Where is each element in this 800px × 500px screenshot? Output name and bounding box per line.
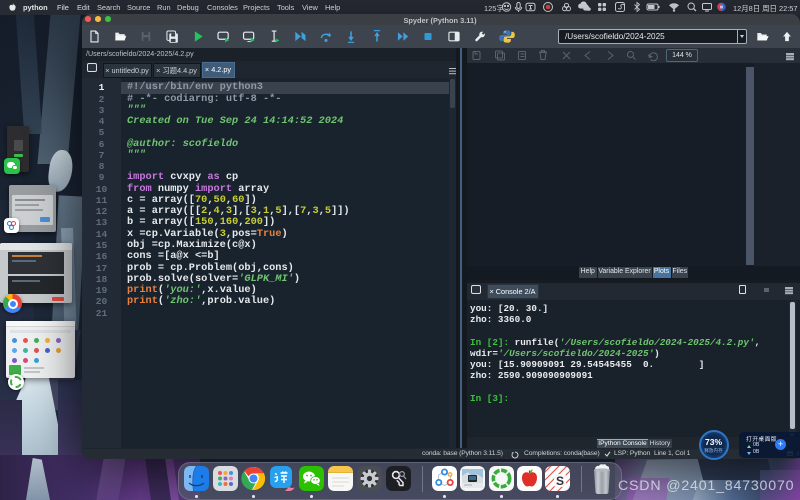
svg-text:S: S — [556, 474, 564, 488]
